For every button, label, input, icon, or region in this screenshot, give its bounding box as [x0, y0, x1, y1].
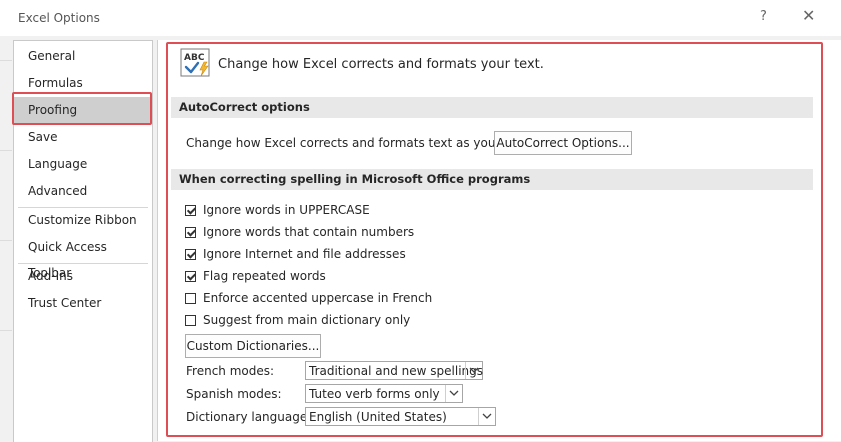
- sidebar-item-language[interactable]: Language: [14, 151, 152, 177]
- sidebar-item-add-ins[interactable]: Add-Ins: [14, 263, 152, 289]
- sheet-gridline: [0, 60, 12, 61]
- title-bar: Excel Options ? ✕: [0, 0, 841, 36]
- sheet-gridline: [0, 240, 12, 241]
- sheet-gridline: [0, 150, 12, 151]
- sheet-gridline: [0, 330, 12, 331]
- sidebar-item-customize-ribbon[interactable]: Customize Ribbon: [14, 207, 152, 233]
- sidebar-item-save[interactable]: Save: [14, 124, 152, 150]
- sidebar-item-quick-access-toolbar[interactable]: Quick Access Toolbar: [14, 234, 152, 280]
- help-button[interactable]: ?: [760, 9, 767, 24]
- sidebar-item-advanced[interactable]: Advanced: [14, 178, 152, 204]
- sidebar-item-trust-center[interactable]: Trust Center: [14, 290, 152, 316]
- proofing-panel-highlight: [166, 42, 823, 437]
- close-button[interactable]: ✕: [802, 6, 815, 25]
- sidebar-item-general[interactable]: General: [14, 43, 152, 69]
- proofing-highlight: [12, 92, 152, 125]
- window-title: Excel Options: [18, 11, 100, 25]
